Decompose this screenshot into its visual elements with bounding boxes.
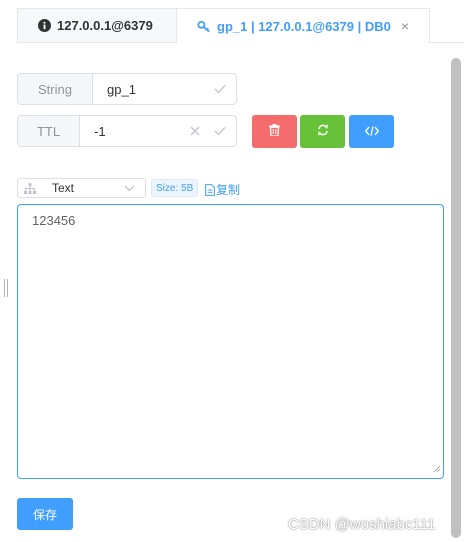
copy-label: 复制: [216, 183, 241, 197]
key-icon: [197, 20, 211, 33]
code-button[interactable]: [349, 115, 394, 148]
tab-key-gp1[interactable]: gp_1 | 127.0.0.1@6379 | DB0 ×: [177, 8, 430, 43]
chevron-down-icon: [124, 185, 135, 192]
format-select[interactable]: Text: [17, 178, 146, 198]
key-type-label: String: [18, 74, 93, 104]
tab-bar-divider: [430, 42, 464, 43]
tab-connection[interactable]: 127.0.0.1@6379: [17, 8, 177, 43]
key-name-value: gp_1: [107, 81, 136, 97]
trash-icon: [269, 123, 280, 141]
clear-icon[interactable]: [190, 126, 200, 136]
watermark-text: CSDN @woshiabc111: [288, 516, 436, 533]
ttl-value: -1: [94, 123, 106, 139]
delete-button[interactable]: [252, 115, 297, 148]
close-icon[interactable]: ×: [401, 18, 409, 34]
check-icon[interactable]: [214, 126, 226, 136]
copy-link[interactable]: 复制: [205, 181, 240, 198]
sitemap-icon: [24, 182, 36, 194]
refresh-button[interactable]: [300, 115, 345, 148]
format-selected-value: Text: [52, 181, 75, 195]
tab-key-label: gp_1 | 127.0.0.1@6379 | DB0: [217, 18, 391, 34]
panel-resize-handle[interactable]: [4, 279, 8, 297]
tab-bar: 127.0.0.1@6379 gp_1 | 127.0.0.1@6379 | D…: [0, 0, 464, 44]
tab-connection-label: 127.0.0.1@6379: [57, 18, 153, 33]
ttl-label: TTL: [18, 116, 80, 146]
key-name-group: String gp_1: [17, 73, 237, 105]
value-textarea[interactable]: 123456: [17, 204, 444, 479]
resize-grip-icon[interactable]: [433, 461, 441, 476]
document-icon: [205, 183, 215, 196]
ttl-input[interactable]: -1: [80, 116, 236, 146]
save-button[interactable]: 保存: [17, 498, 73, 530]
check-icon[interactable]: [214, 84, 226, 94]
info-icon: [38, 19, 51, 32]
value-content: 123456: [32, 213, 76, 228]
scrollbar-thumb[interactable]: [451, 58, 461, 538]
code-icon: [364, 123, 379, 141]
refresh-icon: [317, 123, 329, 141]
key-name-input[interactable]: gp_1: [93, 74, 236, 104]
ttl-group: TTL -1: [17, 115, 237, 147]
size-badge: Size: 5B: [151, 179, 199, 197]
